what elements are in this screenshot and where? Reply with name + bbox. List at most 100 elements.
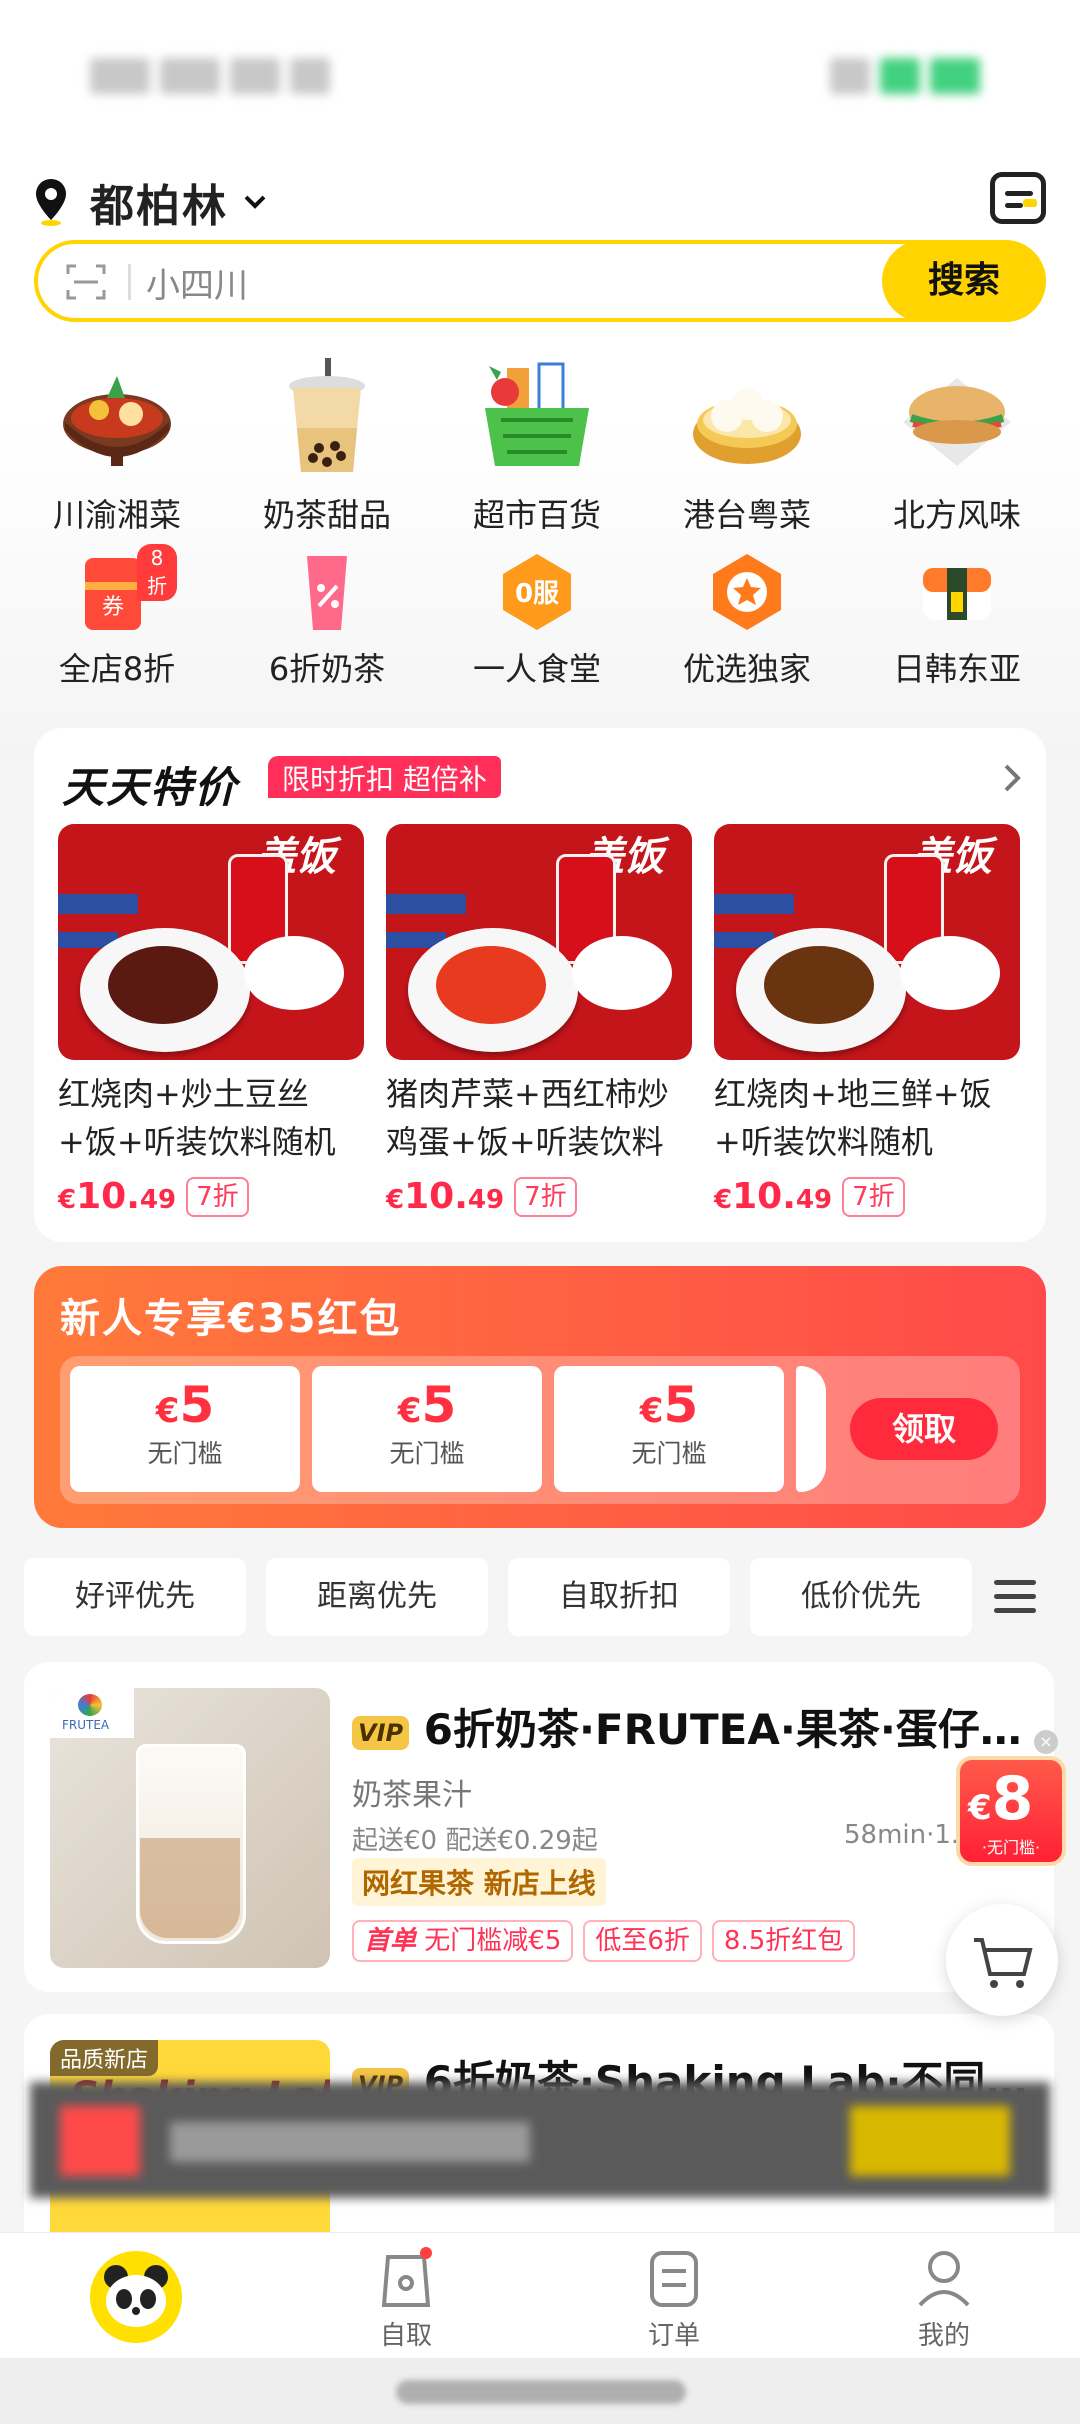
nav-label: 订单 — [647, 2321, 700, 2351]
bottom-navigation: 自取 订单 我的 — [0, 2232, 1080, 2358]
category-item[interactable]: 0服 一人食堂 — [432, 552, 642, 690]
food-2 — [764, 946, 874, 1024]
deal-name: 红烧肉+炒土豆丝+饭+听装饮料随机 — [58, 1075, 336, 1161]
food-0 — [108, 946, 218, 1024]
category-label: 川渝湘菜 — [52, 496, 181, 534]
search-button[interactable]: 搜索 — [882, 240, 1046, 322]
promo-tag: 8.5折红包 — [711, 1920, 856, 1962]
deal-image: 盖饭 — [714, 824, 1020, 1060]
deals-tag: 限时折扣 超倍补 — [268, 756, 501, 798]
hotpot-icon — [57, 358, 177, 478]
pancake-icon — [897, 358, 1017, 478]
store-logo: FRUTEA — [50, 1688, 134, 1738]
location-pin-icon — [36, 179, 66, 226]
search-bar[interactable]: 小四川 搜索 — [34, 240, 1046, 322]
category-item[interactable]: 奶茶甜品 — [222, 358, 432, 536]
filter-chip[interactable]: 低价优先 — [750, 1558, 972, 1636]
order-list-icon — [644, 2247, 704, 2309]
filter-chip[interactable]: 自取折扣 — [508, 1558, 730, 1636]
category-label: 全店8折 — [58, 650, 176, 688]
sushi-icon — [917, 552, 997, 632]
nav-label: 自取 — [379, 2321, 432, 2351]
home-indicator[interactable] — [396, 2380, 686, 2404]
category-badge: 8折 — [137, 544, 177, 601]
menu-icon[interactable] — [994, 1580, 1036, 1614]
store-delivery-fee: 起送€0 配送€0.29起 — [352, 1826, 598, 1856]
cart-icon — [974, 1938, 1033, 1988]
category-item[interactable]: 日韩东亚 — [852, 552, 1062, 690]
store-name: VIP 6折奶茶·FRUTEA·果茶·蛋仔·... — [352, 1696, 1032, 1757]
search-input[interactable]: 小四川 — [146, 258, 248, 307]
svg-text:0服: 0服 — [515, 579, 560, 609]
promo-tag: 首单 无门槛减€5 — [352, 1920, 574, 1962]
red-packet-title: 新人专享€35红包 — [60, 1296, 402, 1342]
dimsum-icon — [687, 358, 807, 478]
filter-chip[interactable]: 好评优先 — [24, 1558, 246, 1636]
nav-item-profile[interactable]: 我的 — [854, 2247, 1034, 2352]
location-selector[interactable]: 都柏林 — [34, 170, 268, 234]
chevron-down-icon — [244, 195, 266, 209]
category-item[interactable]: 川渝湘菜 — [12, 358, 222, 536]
deal-price: €10.49 — [386, 1176, 505, 1217]
promo-overlay-banner[interactable] — [30, 2082, 1050, 2198]
zero-service-icon: 0服 — [497, 552, 577, 632]
panda-home-icon[interactable] — [90, 2251, 182, 2343]
category-item[interactable]: 券 8折 全店8折 — [12, 544, 222, 690]
daily-deals-card[interactable]: 天天特价 限时折扣 超倍补 盖饭 红烧肉+炒土豆丝+饭+听装饮料随机 €10.4… — [34, 728, 1046, 1242]
promo-tag: 低至6折 — [583, 1920, 702, 1962]
chevron-right-icon[interactable] — [1000, 762, 1024, 794]
status-bar-left — [90, 58, 340, 98]
nav-item-pickup[interactable]: 自取 — [316, 2247, 496, 2352]
close-icon[interactable]: × — [1034, 1730, 1058, 1754]
nav-label: 我的 — [917, 2321, 970, 2351]
new-user-red-packet[interactable]: 新人专享€35红包 €5 无门槛 €5 无门槛 €5 无门槛 领取 — [34, 1266, 1046, 1528]
deal-discount-badge: 7折 — [186, 1176, 249, 1217]
claim-button[interactable]: 领取 — [850, 1398, 998, 1460]
deal-discount-badge: 7折 — [842, 1176, 905, 1217]
category-label: 超市百货 — [472, 496, 601, 534]
deal-image: 盖饭 — [386, 824, 692, 1060]
category-item[interactable]: 优选独家 — [642, 552, 852, 690]
grocery-basket-icon — [477, 358, 597, 478]
category-label: 优选独家 — [682, 650, 811, 688]
category-label: 6折奶茶 — [268, 650, 386, 688]
profile-icon — [914, 2247, 974, 2309]
deal-discount-badge: 7折 — [514, 1176, 577, 1217]
pickup-bag-icon — [376, 2247, 436, 2309]
category-item[interactable]: 港台粤菜 — [642, 358, 852, 536]
store-time-distance: 58min·1. — [844, 1820, 960, 1850]
category-item[interactable]: 超市百货 — [432, 358, 642, 536]
store-card[interactable]: FRUTEA VIP 6折奶茶·FRUTEA·果茶·蛋仔·... 奶茶果汁 起送… — [24, 1662, 1054, 1992]
deals-title: 天天特价 — [62, 763, 239, 812]
category-item[interactable]: 6折奶茶 — [222, 552, 432, 690]
food-1 — [436, 946, 546, 1024]
store-feature: 网红果茶 新店上线 — [352, 1858, 606, 1906]
coupon-strip: €5 无门槛 €5 无门槛 €5 无门槛 领取 — [60, 1356, 1020, 1504]
deal-item[interactable]: 盖饭 猪肉芹菜+西红柿炒鸡蛋+饭+听装饮料随机 €10.497折 — [386, 824, 692, 1217]
category-label: 北方风味 — [892, 496, 1021, 534]
floating-coupon[interactable]: €8 ·无门槛· — [956, 1756, 1066, 1866]
category-label: 一人食堂 — [472, 650, 601, 688]
coupon: €5 无门槛 — [70, 1366, 300, 1492]
bubble-tea-icon — [267, 358, 387, 478]
milk-tea-discount-icon — [287, 552, 367, 632]
deal-price: €10.49 — [714, 1176, 833, 1217]
store-image: FRUTEA — [50, 1688, 330, 1968]
store-tags: 首单 无门槛减€5 低至6折 8.5折红包 — [352, 1920, 856, 1962]
coupon-icon: 券 8折 — [77, 544, 177, 632]
store-new-badge: 品质新店 — [50, 2040, 159, 2076]
nav-item-orders[interactable]: 订单 — [584, 2247, 764, 2352]
deal-item[interactable]: 盖饭 红烧肉+炒土豆丝+饭+听装饮料随机 €10.49 7折 — [58, 824, 364, 1217]
filter-chip[interactable]: 距离优先 — [266, 1558, 488, 1636]
cart-button[interactable] — [946, 1904, 1058, 2016]
message-icon[interactable] — [990, 172, 1046, 224]
star-hexagon-icon — [707, 552, 787, 632]
status-bar-right — [830, 58, 990, 98]
search-divider — [128, 264, 131, 300]
scan-icon[interactable] — [66, 262, 106, 302]
category-item[interactable]: 北方风味 — [852, 358, 1062, 536]
coupon: €5 无门槛 — [312, 1366, 542, 1492]
deal-item[interactable]: 盖饭 红烧肉+地三鲜+饭+听装饮料随机 €10.49 7折 — [714, 824, 1020, 1217]
deal-price: €10.49 — [58, 1176, 177, 1217]
svg-text:券: 券 — [102, 595, 124, 620]
